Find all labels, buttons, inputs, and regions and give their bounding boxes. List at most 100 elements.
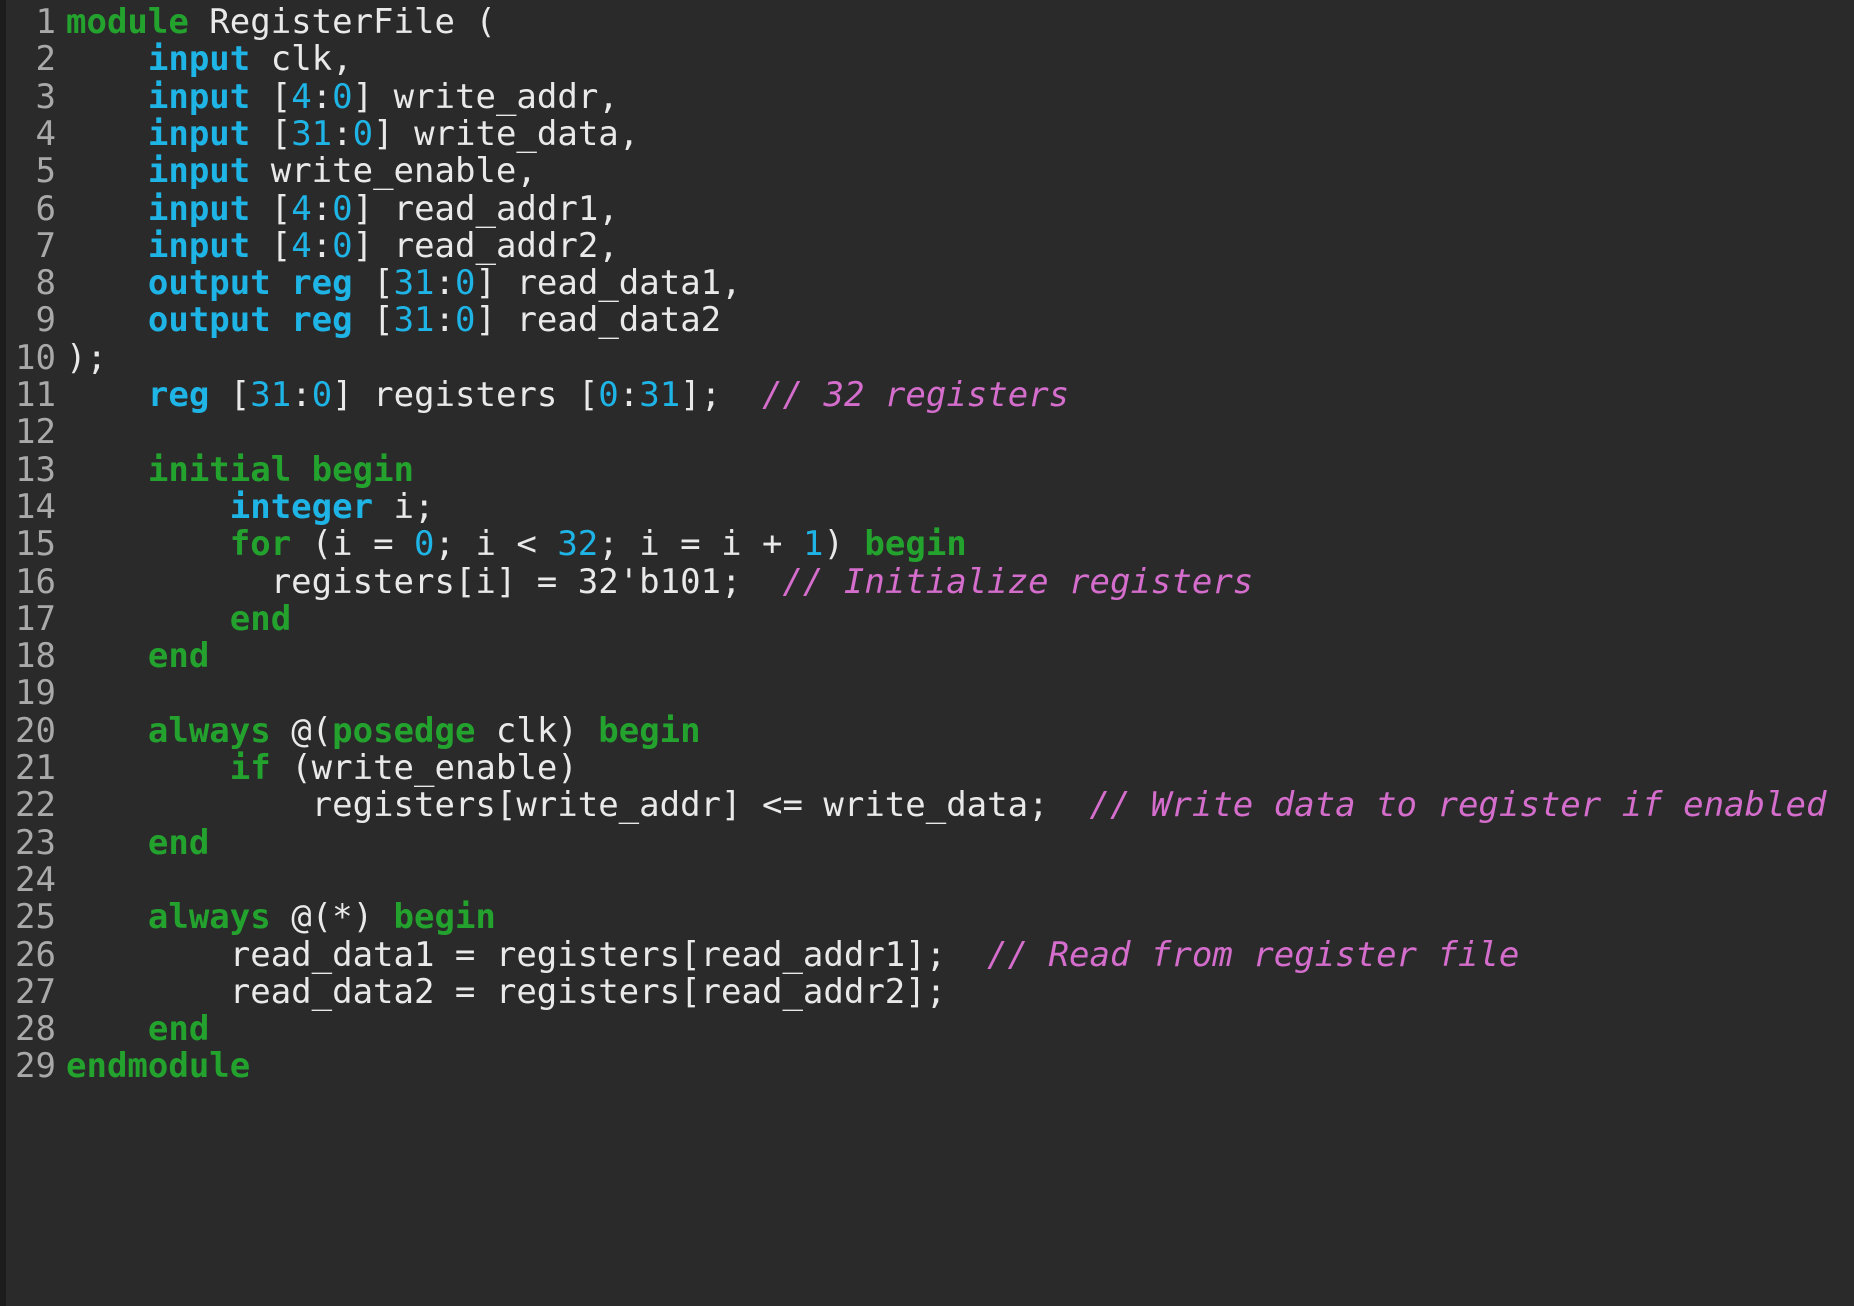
code-text[interactable]: registers[write_addr] <= write_data; // … [56, 783, 1827, 827]
code-comment: // Write data to register if enabled [1089, 785, 1827, 826]
code-keyword: end [147, 822, 210, 863]
code-token: : [434, 263, 456, 304]
code-keyword: begin [864, 524, 967, 565]
code-number: 0 [598, 375, 619, 415]
code-keyword: end [147, 636, 210, 677]
code-token: [ [250, 113, 292, 154]
code-line[interactable]: 11 reg [31:0] registers [0:31]; // 32 re… [6, 373, 1069, 417]
code-token: ); [66, 337, 107, 378]
code-token: registers[i] = 32'b101; [66, 561, 783, 602]
code-number: 0 [332, 188, 353, 229]
code-token: [ [250, 76, 292, 117]
code-keyword: input [147, 113, 251, 154]
code-token: read_data2 = registers[read_addr2]; [66, 971, 947, 1012]
code-token: ] registers [ [332, 375, 599, 415]
code-keyword: endmodule [66, 1046, 251, 1087]
code-token: : [332, 113, 353, 154]
code-token: ] read_data1, [475, 263, 742, 304]
code-token: [ [209, 375, 251, 415]
code-token: ; i = i + [598, 524, 803, 565]
code-number: 31 [393, 300, 435, 341]
code-keyword: for [229, 524, 292, 565]
code-number: 0 [311, 375, 333, 415]
code-number: 0 [414, 524, 435, 565]
code-keyword: reg [147, 375, 210, 415]
code-text[interactable]: endmodule [56, 1044, 250, 1088]
code-token: ] read_addr2, [352, 225, 619, 266]
code-number: 0 [455, 263, 476, 304]
code-number: 0 [352, 113, 374, 154]
code-number: 0 [332, 76, 353, 117]
code-keyword: begin [598, 710, 701, 751]
code-token: [ [250, 188, 292, 229]
code-line[interactable]: 9 output reg [31:0] read_data2 [6, 298, 722, 342]
code-token: [ [250, 225, 292, 266]
code-keyword: reg [291, 263, 353, 304]
code-text[interactable]: reg [31:0] registers [0:31]; // 32 regis… [56, 373, 1069, 417]
code-number: 31 [250, 375, 292, 415]
code-token: : [311, 188, 333, 229]
code-token: (write_enable) [270, 748, 578, 788]
line-number: 29 [15, 1046, 56, 1087]
code-token: clk) [475, 710, 599, 751]
code-keyword: posedge [332, 710, 476, 751]
code-number: 4 [291, 225, 312, 266]
code-keyword: input [147, 188, 251, 229]
code-text[interactable]: end [56, 821, 209, 865]
code-comment: // Initialize registers [782, 561, 1254, 602]
code-token: ] read_addr1, [352, 188, 619, 229]
code-comment: // 32 registers [762, 375, 1070, 415]
code-keyword: module [66, 2, 189, 42]
code-number: 1 [802, 524, 824, 565]
code-number: 31 [393, 263, 435, 304]
code-keyword: if [229, 748, 271, 788]
code-token: : [434, 300, 456, 341]
code-keyword: initial [147, 449, 292, 490]
code-text[interactable]: output reg [31:0] read_data2 [56, 298, 721, 342]
code-token: @( [270, 710, 333, 751]
code-token: RegisterFile ( [188, 2, 496, 42]
code-keyword: input [147, 39, 251, 80]
code-token: ]; [680, 375, 763, 415]
code-keyword: input [147, 76, 251, 117]
code-comment: // Read from register file [987, 934, 1520, 975]
code-token: read_data1 = registers[read_addr1]; [66, 934, 988, 975]
code-keyword: input [147, 225, 251, 266]
code-keyword: always [147, 710, 271, 751]
code-keyword: end [147, 1009, 210, 1050]
code-token: @(*) [270, 897, 394, 938]
code-number: 31 [639, 375, 681, 415]
code-keyword: reg [291, 300, 353, 341]
code-number: 4 [291, 76, 312, 117]
code-token: (i = [291, 524, 415, 565]
code-token: : [311, 76, 333, 117]
code-number: 0 [455, 300, 476, 341]
code-token: clk, [250, 39, 353, 80]
code-editor[interactable]: 1 module RegisterFile (2 input clk, 3 inpu… [0, 0, 1854, 1306]
code-keyword: integer [229, 486, 374, 527]
code-text[interactable]: end [56, 634, 209, 678]
code-keyword: begin [311, 449, 415, 490]
code-token: : [618, 375, 640, 415]
code-line[interactable]: 22 registers[write_addr] <= write_data; … [6, 783, 1826, 827]
code-line[interactable]: 29 endmodule [6, 1044, 250, 1088]
code-keyword: begin [393, 897, 496, 938]
code-token: ] write_data, [373, 113, 640, 154]
code-keyword: output [147, 300, 271, 341]
